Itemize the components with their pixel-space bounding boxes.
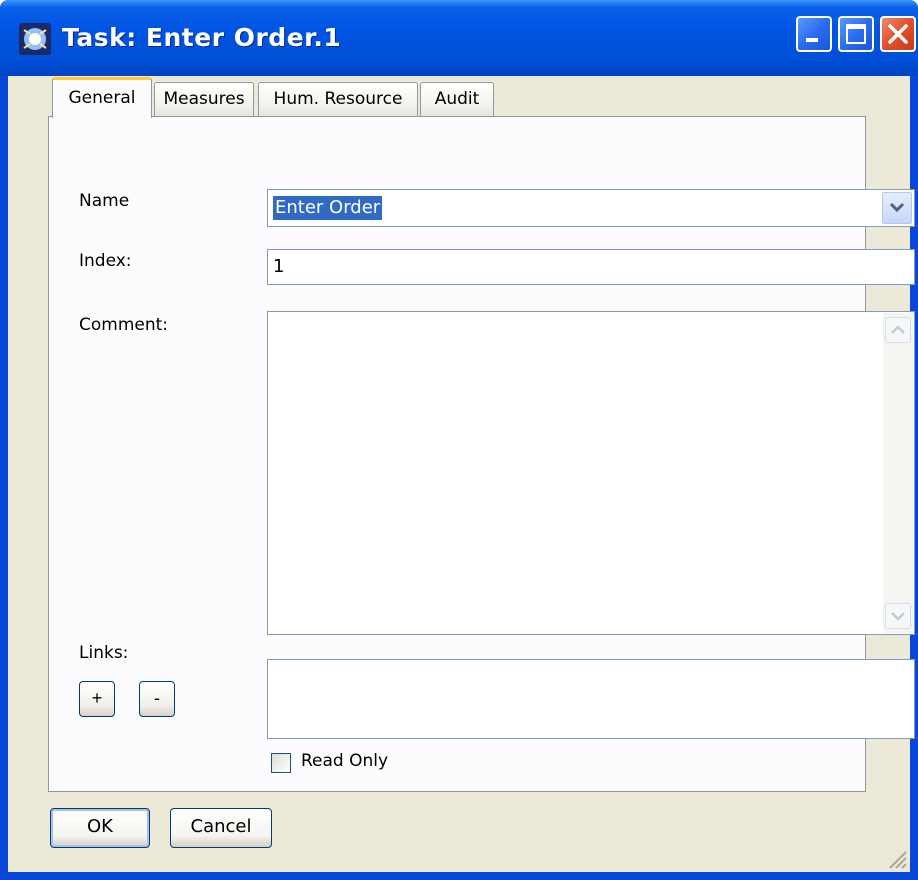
tab-audit[interactable]: Audit — [420, 82, 494, 117]
comment-textarea[interactable] — [267, 311, 915, 635]
links-label: Links: — [79, 643, 129, 663]
index-field[interactable]: 1 — [267, 249, 915, 285]
index-label: Index: — [79, 251, 132, 271]
tab-measures-label: Measures — [163, 89, 245, 109]
comment-scrollbar[interactable] — [883, 313, 913, 633]
scroll-up-button[interactable] — [885, 317, 911, 343]
tab-audit-label: Audit — [434, 89, 480, 109]
tab-measures[interactable]: Measures — [154, 82, 254, 117]
comment-label: Comment: — [79, 315, 169, 335]
title-bar[interactable]: Task: Enter Order.1 — [0, 0, 918, 76]
remove-link-button[interactable]: - — [139, 681, 175, 717]
tab-general[interactable]: General — [52, 77, 152, 118]
tab-hum-resource-label: Hum. Resource — [273, 89, 403, 109]
chevron-down-icon — [889, 202, 905, 213]
window-title: Task: Enter Order.1 — [62, 23, 342, 52]
add-link-button[interactable]: + — [79, 681, 115, 717]
general-tab-panel: Name Enter Order Index: 1 Comment: Links… — [48, 116, 915, 792]
name-combobox[interactable]: Enter Order — [267, 189, 915, 227]
read-only-checkbox[interactable] — [271, 753, 291, 773]
name-value[interactable]: Enter Order — [273, 196, 383, 220]
task-dialog-window: Task: Enter Order.1 General Measures Hum… — [0, 0, 918, 880]
app-icon — [19, 23, 51, 55]
name-label: Name — [79, 191, 130, 211]
tab-general-label: General — [68, 88, 136, 108]
minimize-icon — [806, 38, 818, 42]
name-dropdown-button[interactable] — [882, 192, 912, 224]
dialog-client-area: General Measures Hum. Resource Audit Nam… — [8, 76, 915, 872]
close-button[interactable] — [880, 16, 916, 52]
read-only-label[interactable]: Read Only — [301, 751, 388, 771]
chevron-up-icon — [891, 325, 905, 334]
links-list[interactable] — [267, 659, 915, 739]
chevron-down-icon — [891, 612, 905, 621]
scroll-down-button[interactable] — [885, 603, 911, 629]
minimize-button[interactable] — [796, 16, 832, 52]
cancel-button[interactable]: Cancel — [170, 808, 272, 848]
ok-button[interactable]: OK — [50, 808, 150, 848]
tab-hum-resource[interactable]: Hum. Resource — [258, 82, 418, 117]
close-icon — [888, 24, 908, 44]
maximize-button[interactable] — [838, 16, 874, 52]
maximize-icon — [846, 24, 866, 44]
resize-grip-icon[interactable] — [884, 846, 908, 870]
